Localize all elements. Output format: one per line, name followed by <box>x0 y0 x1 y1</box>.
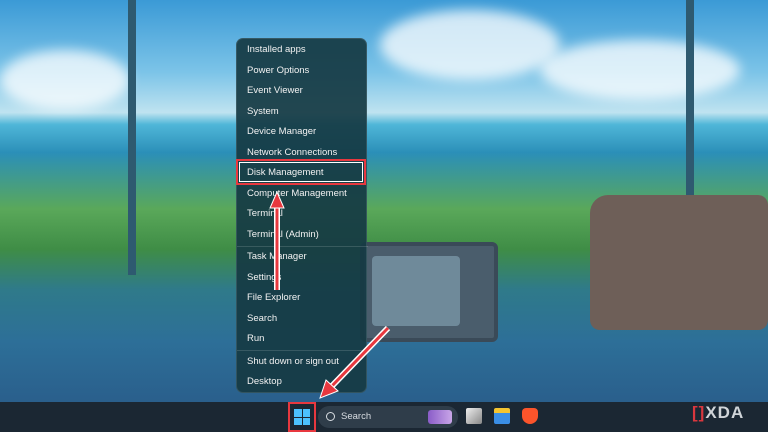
search-label: Search <box>341 411 372 422</box>
menu-item-power-options[interactable]: Power Options <box>237 61 368 81</box>
xda-watermark-logo: []XDA <box>692 403 745 422</box>
menu-item-computer-management[interactable]: Computer Management <box>237 184 368 204</box>
task-view-icon[interactable] <box>466 408 482 424</box>
brave-browser-icon[interactable] <box>522 408 538 424</box>
menu-item-event-viewer[interactable]: Event Viewer <box>237 81 368 101</box>
sofa-illustration <box>590 195 768 330</box>
menu-item-device-manager[interactable]: Device Manager <box>237 122 368 142</box>
menu-item-run[interactable]: Run <box>237 329 368 349</box>
desktop-wallpaper <box>0 0 768 402</box>
menu-item-search[interactable]: Search <box>237 309 368 329</box>
menu-item-settings[interactable]: Settings <box>237 268 368 288</box>
menu-item-installed-apps[interactable]: Installed apps <box>237 40 368 60</box>
file-explorer-icon[interactable] <box>494 408 510 424</box>
search-icon <box>326 412 335 421</box>
highlight-box-disk-management <box>236 159 366 185</box>
search-highlight-icon <box>428 410 452 424</box>
menu-item-system[interactable]: System <box>237 102 368 122</box>
menu-item-desktop[interactable]: Desktop <box>237 372 368 392</box>
menu-separator <box>237 350 368 351</box>
menu-item-file-explorer[interactable]: File Explorer <box>237 288 368 308</box>
tv-illustration <box>360 242 498 342</box>
menu-item-task-manager[interactable]: Task Manager <box>237 247 368 267</box>
menu-item-terminal[interactable]: Terminal <box>237 204 368 224</box>
start-button-windows-icon[interactable] <box>294 409 310 425</box>
menu-item-shut-down[interactable]: Shut down or sign out <box>237 352 368 372</box>
menu-item-terminal-admin[interactable]: Terminal (Admin) <box>237 225 368 245</box>
winx-context-menu: Installed apps Power Options Event Viewe… <box>236 38 368 393</box>
taskbar-search-box[interactable]: Search <box>318 406 458 428</box>
